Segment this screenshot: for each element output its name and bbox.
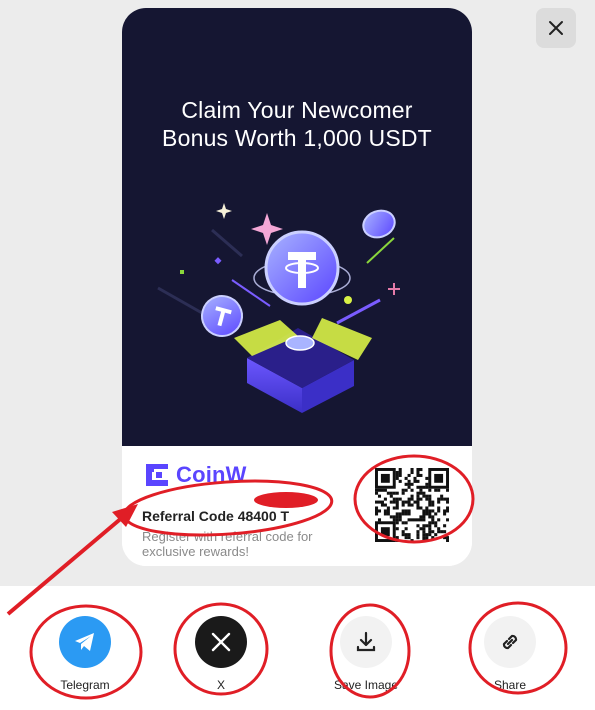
share-bar: Telegram X Save Image Share [0,586,595,710]
save-image-button[interactable]: Save Image [311,616,421,692]
coinw-logo-icon [146,464,168,486]
share-link-button[interactable]: Share [455,616,565,692]
brand-logo: CoinW [144,462,247,488]
close-icon [549,21,563,35]
share-telegram-label: Telegram [60,678,110,692]
close-button[interactable] [536,8,576,48]
poster-headline: Claim Your Newcomer Bonus Worth 1,000 US… [122,96,472,152]
headline-line-2: Bonus Worth 1,000 USDT [162,125,432,151]
share-x-label: X [216,678,225,692]
brand-name: CoinW [176,462,247,487]
share-link-label: Share [493,678,527,692]
referral-poster: Claim Your Newcomer Bonus Worth 1,000 US… [122,8,472,566]
download-icon [340,616,392,668]
headline-line-1: Claim Your Newcomer [181,97,413,123]
share-telegram-button[interactable]: Telegram [30,616,140,692]
link-icon [484,616,536,668]
qr-code [375,468,449,542]
referral-code: Referral Code 48400 T [142,508,290,524]
save-image-label: Save Image [333,678,399,692]
x-icon [195,616,247,668]
telegram-icon [59,616,111,668]
poster-banner: Claim Your Newcomer Bonus Worth 1,000 US… [122,8,472,446]
gift-box-illustration [157,203,400,413]
poster-footer: CoinW Referral Code 48400 T Register wit… [122,446,472,566]
referral-description: Register with referral code for exclusiv… [142,529,313,559]
share-x-button[interactable]: X [166,616,276,692]
